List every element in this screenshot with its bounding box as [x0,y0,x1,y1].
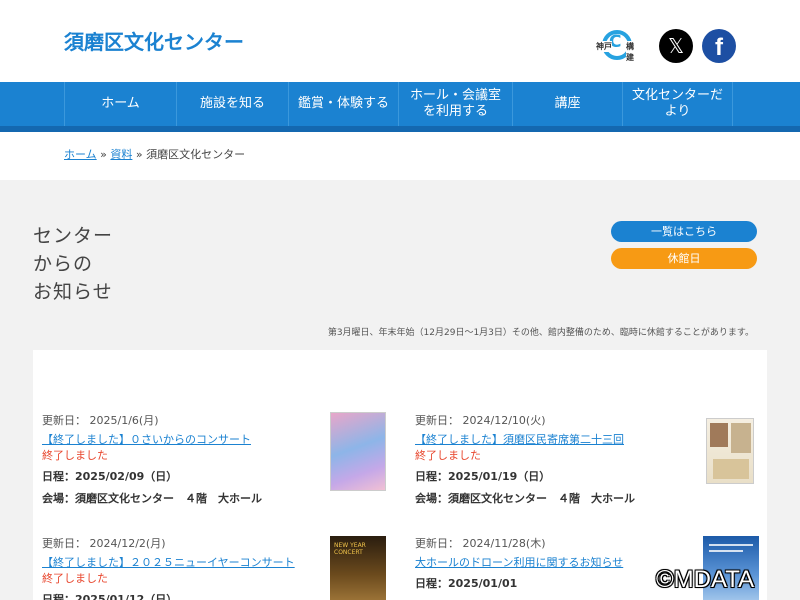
breadcrumb-current: 須磨区文化センター [146,148,246,161]
nav-item-newsletter[interactable]: 文化センターだより [622,82,732,126]
breadcrumb-separator: » [132,148,147,161]
nav-item-label: ホール・会議室を利用する [409,88,501,119]
facebook-icon[interactable]: f [702,29,736,63]
kobe-logo-left-text: 神戸 [596,41,612,52]
news-title-link[interactable]: 【終了しました】須磨区民寄席第二十三回 [415,432,624,447]
section-title-line: お知らせ [33,281,113,303]
thumbnail-figure [710,423,728,447]
news-venue: 会場：須磨区文化センター ４階 大ホール [415,492,635,505]
section-title: センター からの お知らせ [33,222,113,306]
section-title-line: センター [33,225,114,247]
news-title-link[interactable]: 【終了しました】２０２５ニューイヤーコンサート [42,555,295,570]
kobe-logo-right-text: 構建 [626,41,636,63]
closure-notice: 第3月曜日、年末年始（12月29日〜1月3日）その他、館内整備のため、臨時に休館… [327,328,754,338]
watermark: ©MDATA [656,566,755,593]
breadcrumb: ホーム » 資料 » 須磨区文化センター [64,146,245,162]
nav-item-label: ホーム [101,96,140,111]
nav-item-facility[interactable]: 施設を知る [176,82,288,126]
nav-item-experience[interactable]: 鑑賞・体験する [288,82,398,126]
nav-item-hall-rental[interactable]: ホール・会議室を利用する [398,82,512,126]
news-thumbnail[interactable] [330,412,386,491]
thumbnail-line [709,544,753,546]
kobe-logo-icon[interactable]: C 神戸 構建 [596,30,636,63]
nav-divider [732,82,733,126]
breadcrumb-separator: » [96,148,111,161]
news-thumbnail[interactable]: NEW YEAR CONCERT [330,536,386,600]
nav-item-courses[interactable]: 講座 [512,82,622,126]
thumbnail-text: NEW YEAR CONCERT [334,542,366,556]
holiday-button[interactable]: 休館日 [611,248,757,269]
breadcrumb-home-link[interactable]: ホーム [64,148,97,161]
view-list-button[interactable]: 一覧はこちら [611,221,757,242]
news-thumbnail[interactable] [706,418,754,484]
thumbnail-line [709,550,743,552]
x-social-icon[interactable]: 𝕏 [659,29,693,63]
news-venue: 会場：須磨区文化センター ４階 大ホール [42,492,262,505]
nav-item-label: 文化センターだより [631,88,723,119]
site-header: 須磨区文化センター C 神戸 構建 𝕏 f [0,0,800,82]
thumbnail-figure [713,459,749,479]
section-title-line: からの [33,253,94,275]
main-nav: ホーム 施設を知る 鑑賞・体験する ホール・会議室を利用する 講座 文化センター… [0,82,800,132]
news-title-link[interactable]: 大ホールのドローン利用に関するお知らせ [415,555,623,570]
breadcrumb-category-link[interactable]: 資料 [110,148,132,161]
nav-item-label: 鑑賞・体験する [297,96,389,111]
thumbnail-figure [731,423,751,453]
nav-item-home[interactable]: ホーム [64,82,176,126]
nav-item-label: 施設を知る [199,96,265,111]
news-title-link[interactable]: 【終了しました】０さいからのコンサート [42,432,251,447]
site-logo[interactable]: 須磨区文化センター [64,26,244,55]
nav-item-label: 講座 [554,96,581,111]
